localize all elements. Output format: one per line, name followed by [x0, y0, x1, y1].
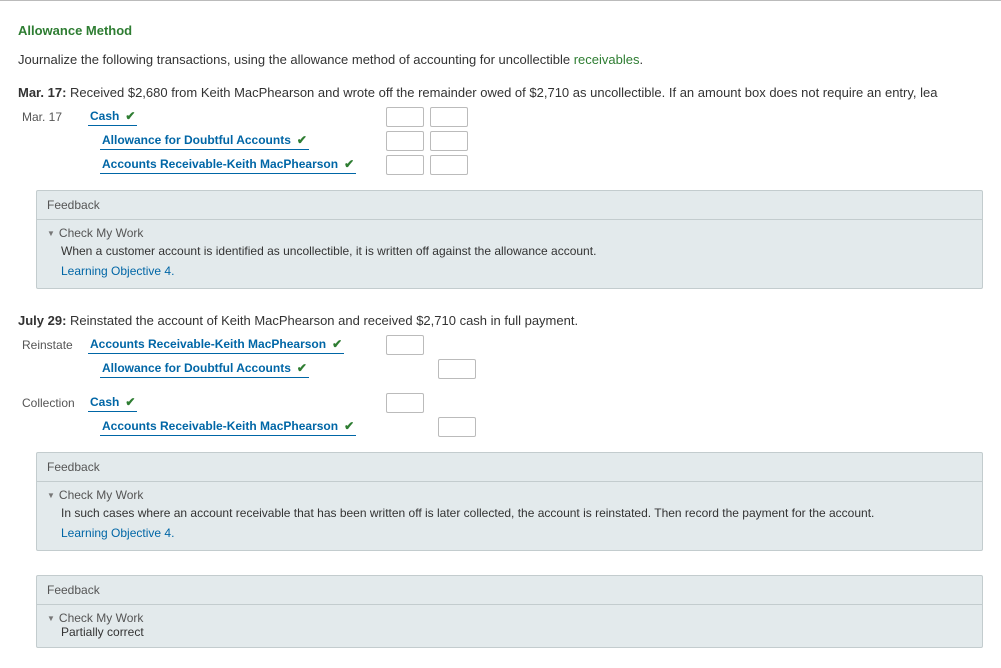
check-icon: ✔ — [344, 157, 354, 171]
instruction-main: Journalize the following transactions, u… — [18, 52, 574, 67]
check-my-work-toggle[interactable]: ▼ Check My Work — [47, 611, 972, 625]
credit-input[interactable] — [438, 417, 476, 437]
feedback-status-text: Partially correct — [61, 625, 972, 639]
learning-objective-link[interactable]: Learning Objective 4 — [61, 264, 171, 278]
link-suffix: . — [171, 264, 174, 278]
instruction-end: . — [639, 52, 643, 67]
decorative-paren: ) — [0, 222, 1, 248]
journal-row: Allowance for Doubtful Accounts ✔ — [22, 130, 983, 152]
check-my-work-toggle[interactable]: ▼ Check My Work — [47, 226, 972, 240]
credit-input[interactable] — [430, 107, 468, 127]
account-dropdown-allowance[interactable]: Allowance for Doubtful Accounts ✔ — [100, 360, 309, 378]
debit-input[interactable] — [386, 393, 424, 413]
account-label: Cash — [90, 109, 119, 123]
journal-row: Collection Cash ✔ — [22, 392, 983, 414]
account-label: Cash — [90, 395, 119, 409]
receivables-link[interactable]: receivables — [574, 52, 640, 67]
section-title: Allowance Method — [18, 23, 983, 38]
toggle-label: Check My Work — [59, 226, 143, 240]
journal-row: Accounts Receivable-Keith MacPhearson ✔ — [22, 416, 983, 438]
chevron-down-icon: ▼ — [47, 491, 55, 500]
check-icon: ✔ — [344, 419, 354, 433]
account-dropdown-ar[interactable]: Accounts Receivable-Keith MacPhearson ✔ — [88, 336, 344, 354]
account-label: Accounts Receivable-Keith MacPhearson — [90, 337, 326, 351]
txn2-desc: Reinstated the account of Keith MacPhear… — [66, 313, 578, 328]
account-label: Allowance for Doubtful Accounts — [102, 133, 291, 147]
account-label: Accounts Receivable-Keith MacPhearson — [102, 419, 338, 433]
check-icon: ✔ — [332, 337, 342, 351]
credit-input[interactable] — [430, 131, 468, 151]
account-label: Accounts Receivable-Keith MacPhearson — [102, 157, 338, 171]
check-icon: ✔ — [297, 361, 307, 375]
journal-row: Accounts Receivable-Keith MacPhearson ✔ — [22, 154, 983, 176]
txn1-date: Mar. 17: — [18, 85, 66, 100]
txn2-heading: July 29: Reinstated the account of Keith… — [18, 313, 983, 328]
account-dropdown-allowance[interactable]: Allowance for Doubtful Accounts ✔ — [100, 132, 309, 150]
credit-input[interactable] — [430, 155, 468, 175]
feedback-header: Feedback — [37, 191, 982, 220]
debit-input[interactable] — [386, 107, 424, 127]
collection-label: Collection — [22, 396, 88, 410]
feedback-body-text: When a customer account is identified as… — [61, 244, 972, 258]
check-icon: ✔ — [125, 109, 135, 123]
feedback-body-text: In such cases where an account receivabl… — [61, 506, 972, 520]
toggle-label: Check My Work — [59, 488, 143, 502]
learning-objective-link[interactable]: Learning Objective 4 — [61, 526, 171, 540]
credit-input[interactable] — [438, 359, 476, 379]
toggle-label: Check My Work — [59, 611, 143, 625]
check-icon: ✔ — [125, 395, 135, 409]
feedback-header: Feedback — [37, 453, 982, 482]
debit-input[interactable] — [386, 335, 424, 355]
txn2-date: July 29: — [18, 313, 66, 328]
row-date-label: Mar. 17 — [22, 110, 88, 124]
journal-row: Allowance for Doubtful Accounts ✔ — [22, 358, 983, 380]
journal-block-1: Mar. 17 Cash ✔ Allowance for Doubtful Ac… — [22, 106, 983, 176]
feedback-box-2: Feedback ▼ Check My Work In such cases w… — [36, 452, 983, 551]
txn1-desc: Received $2,680 from Keith MacPhearson a… — [66, 85, 937, 100]
check-icon: ✔ — [297, 133, 307, 147]
debit-input[interactable] — [386, 155, 424, 175]
feedback-box-3: Feedback ▼ Check My Work Partially corre… — [36, 575, 983, 648]
feedback-box-1: Feedback ▼ Check My Work When a customer… — [36, 190, 983, 289]
account-label: Allowance for Doubtful Accounts — [102, 361, 291, 375]
instruction-text: Journalize the following transactions, u… — [18, 52, 983, 67]
reinstate-label: Reinstate — [22, 338, 88, 352]
journal-row: Reinstate Accounts Receivable-Keith MacP… — [22, 334, 983, 356]
chevron-down-icon: ▼ — [47, 229, 55, 238]
chevron-down-icon: ▼ — [47, 614, 55, 623]
txn1-heading: Mar. 17: Received $2,680 from Keith MacP… — [18, 85, 983, 100]
journal-block-reinstate: Reinstate Accounts Receivable-Keith MacP… — [22, 334, 983, 380]
feedback-header: Feedback — [37, 576, 982, 605]
account-dropdown-cash[interactable]: Cash ✔ — [88, 394, 137, 412]
link-suffix: . — [171, 526, 174, 540]
journal-block-collection: Collection Cash ✔ Accounts Receivable-Ke… — [22, 392, 983, 438]
check-my-work-toggle[interactable]: ▼ Check My Work — [47, 488, 972, 502]
account-dropdown-ar[interactable]: Accounts Receivable-Keith MacPhearson ✔ — [100, 156, 356, 174]
debit-input[interactable] — [386, 131, 424, 151]
journal-row: Mar. 17 Cash ✔ — [22, 106, 983, 128]
account-dropdown-cash[interactable]: Cash ✔ — [88, 108, 137, 126]
account-dropdown-ar[interactable]: Accounts Receivable-Keith MacPhearson ✔ — [100, 418, 356, 436]
